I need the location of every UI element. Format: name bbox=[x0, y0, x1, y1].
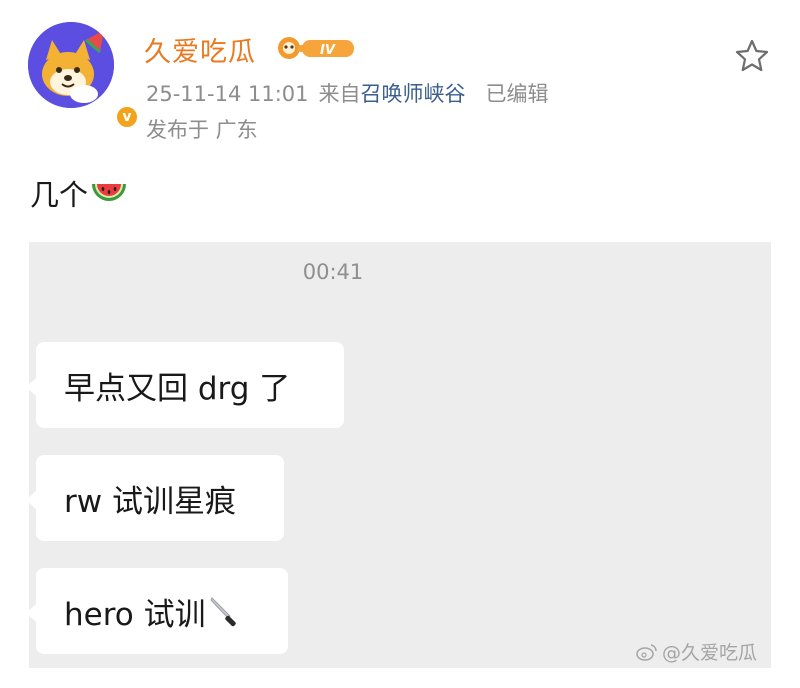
avatar[interactable]: v bbox=[28, 22, 140, 130]
chat-bubble: hero 试训 bbox=[26, 568, 288, 654]
avatar-image bbox=[28, 22, 114, 108]
chat-bubble: rw 试训星痕 bbox=[26, 455, 284, 541]
timestamp: 25-11-14 11:01 bbox=[146, 82, 309, 106]
vip-badge-label: IV bbox=[320, 43, 336, 58]
weibo-icon bbox=[636, 643, 657, 661]
chat-message-text: 早点又回 drg 了 bbox=[64, 370, 291, 407]
edited-label: 已编辑 bbox=[485, 82, 549, 106]
post-text: 几个 bbox=[30, 172, 128, 214]
verified-badge-icon: v bbox=[114, 104, 140, 130]
watermark: @久爱吃瓜 bbox=[636, 638, 757, 665]
username[interactable]: 久爱吃瓜 bbox=[144, 30, 256, 69]
chat-bubble: 早点又回 drg 了 bbox=[26, 342, 344, 428]
location-label: 发布于 广东 bbox=[146, 118, 258, 142]
knife-emoji-icon bbox=[210, 597, 236, 627]
chat-message-text: rw 试训星痕 bbox=[64, 483, 236, 520]
post-meta: 25-11-14 11:01 来自召唤师峡谷 已编辑 bbox=[146, 78, 549, 108]
star-outline-icon[interactable] bbox=[734, 38, 770, 74]
watermelon-emoji-icon bbox=[92, 184, 127, 201]
chat-time: 00:41 bbox=[302, 260, 364, 284]
source-prefix: 来自 bbox=[318, 82, 361, 106]
post-text-content: 几个 bbox=[30, 178, 89, 212]
weibo-post: v 久爱吃瓜 IV 25-11-14 11:01 来自召唤师峡谷 已编辑 发布于 广… bbox=[0, 0, 800, 688]
watermark-text: @久爱吃瓜 bbox=[662, 642, 758, 664]
vip-level-badge-icon[interactable]: IV bbox=[276, 34, 360, 62]
chat-message-text: hero 试训 bbox=[64, 596, 206, 633]
source-link[interactable]: 召唤师峡谷 bbox=[361, 82, 466, 106]
